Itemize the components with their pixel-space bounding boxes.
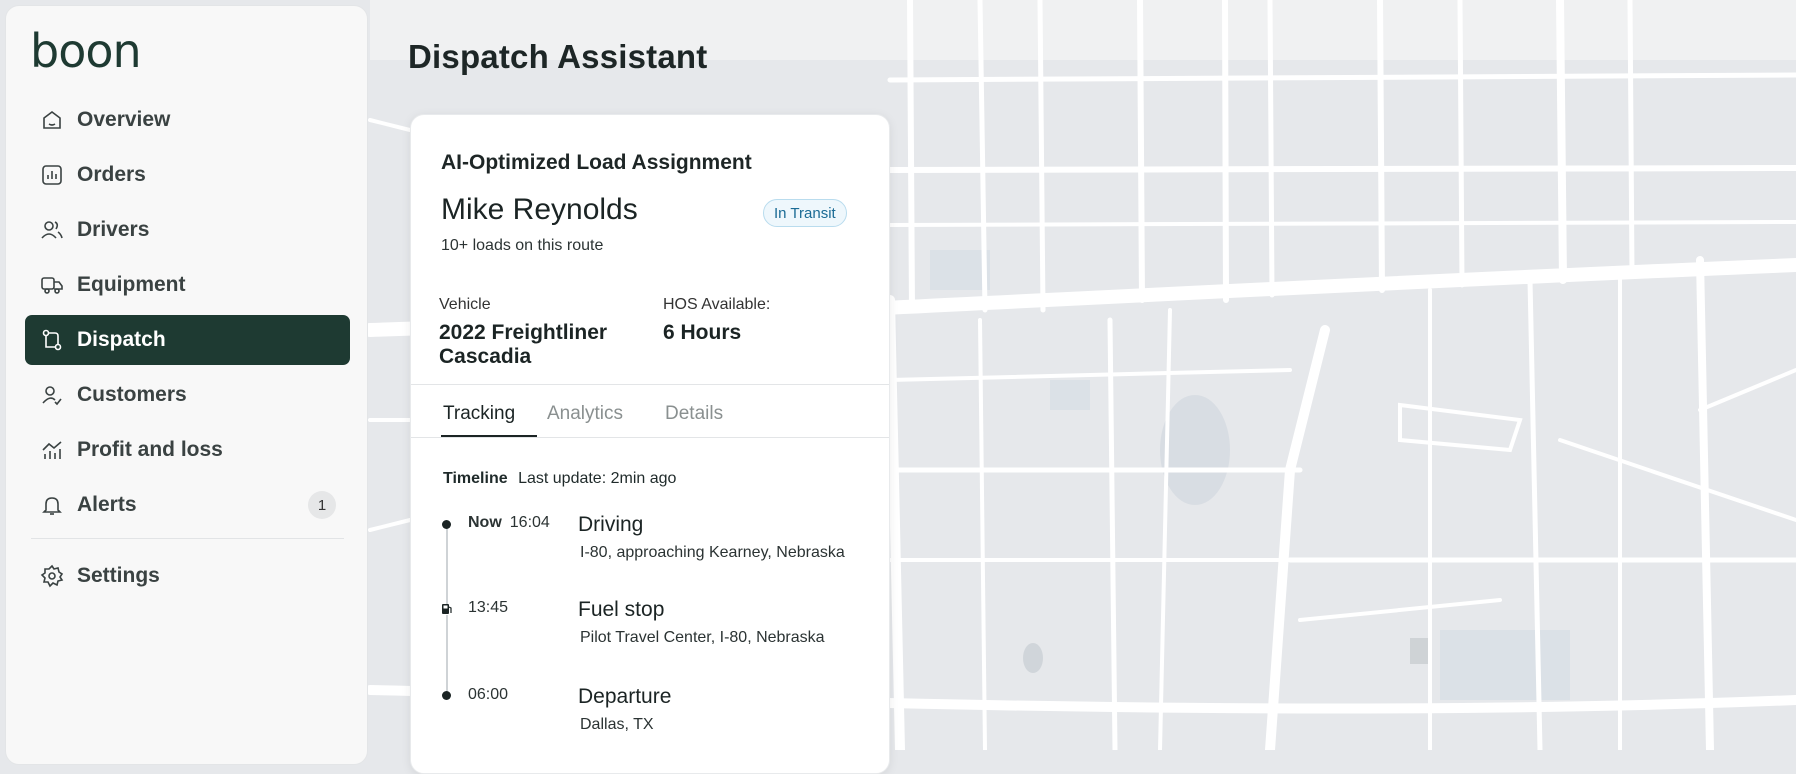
event-location: Pilot Travel Center, I-80, Nebraska	[580, 629, 825, 646]
vehicle-label: Vehicle	[439, 296, 491, 313]
user-check-icon	[40, 383, 64, 407]
event-title: Driving	[578, 513, 644, 536]
event-time: Now 16:04	[468, 514, 550, 532]
sidebar-item-label: Drivers	[77, 218, 150, 241]
timeline-dot	[442, 520, 451, 529]
last-update: Last update: 2min ago	[518, 470, 677, 487]
sidebar-item-label: Orders	[77, 163, 146, 186]
card-title: AI-Optimized Load Assignment	[441, 151, 752, 174]
now-label: Now	[468, 514, 502, 531]
sidebar-item-dispatch[interactable]: Dispatch	[25, 315, 350, 365]
boon-logo[interactable]: boon	[30, 24, 142, 78]
bell-icon	[40, 493, 64, 517]
driver-name: Mike Reynolds	[441, 193, 638, 226]
sidebar-item-settings[interactable]: Settings	[25, 551, 350, 601]
tab-tracking[interactable]: Tracking	[443, 403, 515, 425]
event-title: Fuel stop	[578, 598, 665, 621]
sidebar-item-orders[interactable]: Orders	[25, 150, 350, 200]
users-icon	[40, 218, 64, 242]
vehicle-value-line2: Cascadia	[439, 345, 532, 368]
route-icon	[40, 328, 64, 352]
sidebar-nav: Overview Orders Drivers Equipment Dispat…	[25, 95, 350, 606]
alerts-count-badge: 1	[308, 491, 336, 519]
timeline-connector	[446, 615, 448, 695]
vehicle-value-line1: 2022 Freightliner	[439, 321, 608, 344]
timeline-dot	[442, 691, 451, 700]
timeline-header: Timeline Last update: 2min ago	[443, 470, 676, 488]
hos-label: HOS Available:	[663, 296, 771, 313]
tabs-divider	[411, 437, 889, 438]
timeline-connector	[446, 525, 448, 605]
fuel-icon	[442, 604, 452, 614]
sidebar-item-overview[interactable]: Overview	[25, 95, 350, 145]
divider	[411, 384, 889, 385]
event-location: Dallas, TX	[580, 716, 654, 733]
sidebar-item-customers[interactable]: Customers	[25, 370, 350, 420]
sidebar-item-alerts[interactable]: Alerts 1	[25, 480, 350, 530]
gear-icon	[40, 564, 64, 588]
sidebar-item-equipment[interactable]: Equipment	[25, 260, 350, 310]
timeline-label: Timeline	[443, 470, 508, 487]
trend-icon	[40, 438, 64, 462]
load-assignment-card: AI-Optimized Load Assignment Mike Reynol…	[410, 114, 890, 774]
event-title: Departure	[578, 685, 672, 708]
sidebar-item-label: Profit and loss	[77, 438, 223, 461]
event-time: 13:45	[468, 599, 509, 616]
event-location: I-80, approaching Kearney, Nebraska	[580, 544, 845, 561]
sidebar-item-profit-and-loss[interactable]: Profit and loss	[25, 425, 350, 475]
sidebar-item-drivers[interactable]: Drivers	[25, 205, 350, 255]
event-time: 06:00	[468, 686, 509, 703]
tab-analytics[interactable]: Analytics	[547, 403, 623, 425]
tab-details[interactable]: Details	[665, 403, 723, 425]
status-badge: In Transit	[763, 199, 847, 227]
sidebar-divider	[31, 538, 344, 539]
sidebar-item-label: Settings	[77, 564, 160, 587]
page-title: Dispatch Assistant	[408, 38, 708, 75]
sidebar-item-label: Customers	[77, 383, 187, 406]
sidebar: boon Overview Orders Drivers Equipment D…	[5, 5, 368, 765]
sidebar-item-label: Equipment	[77, 273, 186, 296]
chart-icon	[40, 163, 64, 187]
hos-value: 6 Hours	[663, 321, 742, 344]
home-icon	[40, 108, 64, 132]
driver-route-experience: 10+ loads on this route	[441, 237, 604, 254]
sidebar-item-label: Dispatch	[77, 328, 166, 351]
time-value: 16:04	[509, 514, 550, 531]
sidebar-item-label: Alerts	[77, 493, 137, 516]
sidebar-item-label: Overview	[77, 108, 171, 131]
truck-icon	[40, 273, 64, 297]
